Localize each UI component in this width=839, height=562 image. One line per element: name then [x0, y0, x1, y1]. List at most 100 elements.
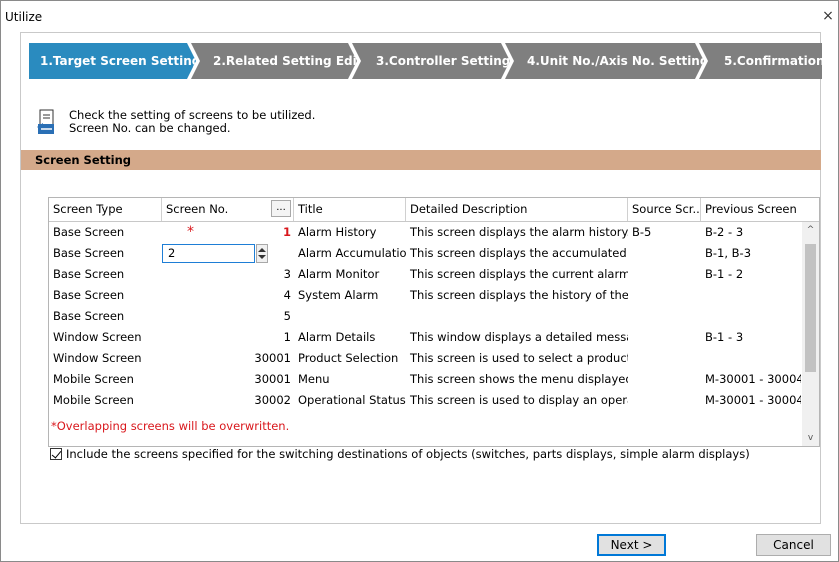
step-target-screen-setting[interactable]: 1.Target Screen Setting: [29, 43, 196, 79]
cell-previous-screen: B-1, B-3: [705, 246, 752, 260]
cell-screen-type: Base Screen: [53, 267, 125, 281]
cell-title: [294, 306, 406, 327]
cell-source-screen: B-5: [632, 225, 652, 239]
wizard-steps: 1.Target Screen Setting 2.Related Settin…: [21, 43, 822, 79]
step-label: 5.Confirmation: [724, 54, 825, 68]
step-label: 4.Unit No./Axis No. Setting: [527, 54, 709, 68]
table-row[interactable]: Base Screen 3 Alarm Monitor This screen …: [49, 264, 801, 285]
step-label: 3.Controller Setting: [376, 54, 511, 68]
cell-screen-type: Base Screen: [53, 288, 125, 302]
screen-no-input[interactable]: 2: [162, 244, 255, 263]
cell-screen-type: Base Screen: [53, 246, 125, 260]
scroll-up-icon[interactable]: ^: [802, 222, 819, 239]
cell-previous-screen: [701, 285, 801, 306]
col-detailed-description[interactable]: Detailed Description: [406, 198, 628, 221]
col-previous-screen[interactable]: Previous Screen: [701, 198, 801, 221]
cell-source-screen: [628, 306, 701, 327]
grid-vertical-scrollbar[interactable]: ^ v: [802, 222, 819, 446]
cancel-button[interactable]: Cancel: [756, 534, 831, 556]
step-related-setting-edit[interactable]: 2.Related Setting Edit: [191, 43, 357, 79]
cell-screen-type: Base Screen: [53, 309, 125, 323]
table-row[interactable]: Window Screen 30001 Product Selection Th…: [49, 348, 801, 369]
screen-no-options-button[interactable]: ...: [271, 200, 291, 217]
cell-description: This screen is used to display an operat…: [410, 393, 628, 407]
cell-screen-no[interactable]: 5: [162, 306, 294, 327]
cell-screen-no[interactable]: 30001: [162, 369, 294, 390]
cell-source-screen: [628, 390, 701, 411]
scroll-down-icon[interactable]: v: [802, 430, 819, 446]
cell-title: Alarm History: [298, 225, 377, 239]
overwrite-warning: *Overlapping screens will be overwritten…: [51, 419, 290, 433]
step-label: 2.Related Setting Edit: [213, 54, 363, 68]
cell-screen-no[interactable]: 1: [162, 327, 294, 348]
cell-screen-type: Window Screen: [53, 351, 142, 365]
cell-previous-screen: [701, 306, 801, 327]
next-button[interactable]: Next >: [597, 534, 666, 556]
step-label: 1.Target Screen Setting: [40, 54, 201, 68]
table-row[interactable]: Mobile Screen 30002 Operational Status T…: [49, 390, 801, 411]
close-button[interactable]: ×: [818, 1, 838, 31]
include-checkbox[interactable]: [50, 448, 62, 460]
cell-title: Alarm Details: [298, 330, 376, 344]
table-row[interactable]: Base Screen 4 System Alarm This screen d…: [49, 285, 801, 306]
table-row[interactable]: Base Screen 5: [49, 306, 801, 327]
cell-source-screen: [628, 264, 701, 285]
cell-screen-no-asterisk: *: [187, 224, 194, 240]
scrollbar-thumb[interactable]: [805, 244, 816, 372]
cell-previous-screen: M-30001 - 30004: [705, 393, 801, 407]
cell-screen-no[interactable]: 30001: [162, 348, 294, 369]
cell-title: Operational Status: [298, 393, 406, 407]
cell-description: This window displays a detailed messag..…: [410, 330, 628, 344]
screen-setting-grid: Screen Type Screen No. ... Title Detaile…: [48, 197, 820, 447]
spin-up-icon[interactable]: [258, 248, 266, 252]
table-row[interactable]: Mobile Screen 30001 Menu This screen sho…: [49, 369, 801, 390]
cell-title: Alarm Monitor: [298, 267, 380, 281]
cell-screen-no[interactable]: 3: [162, 264, 294, 285]
grid-header: Screen Type Screen No. ... Title Detaile…: [49, 198, 819, 222]
title-bar: Utilize ×: [1, 1, 838, 31]
wizard-content: 1.Target Screen Setting 2.Related Settin…: [20, 32, 822, 524]
cell-screen-type: Mobile Screen: [53, 372, 134, 386]
col-source-screen[interactable]: Source Scr...: [628, 198, 701, 221]
col-screen-type[interactable]: Screen Type: [49, 198, 162, 221]
step-confirmation[interactable]: 5.Confirmation: [699, 43, 822, 79]
cell-source-screen: [628, 369, 701, 390]
cell-screen-type: Mobile Screen: [53, 393, 134, 407]
cell-title: System Alarm: [298, 288, 379, 302]
table-row[interactable]: Base Screen 2 Alarm Accumulation This sc…: [49, 243, 801, 264]
screen-no-spinner[interactable]: [256, 244, 268, 263]
table-row[interactable]: Window Screen 1 Alarm Details This windo…: [49, 327, 801, 348]
spin-down-icon[interactable]: [258, 255, 266, 259]
cell-source-screen: [628, 348, 701, 369]
cell-screen-no[interactable]: 30002: [162, 390, 294, 411]
utilize-dialog: Utilize × 1.Target Screen Setting 2.Rela…: [0, 0, 839, 562]
cell-title: Menu: [298, 372, 330, 386]
table-row[interactable]: Base Screen * 1 Alarm History This scree…: [49, 222, 801, 243]
cell-screen-no[interactable]: 1: [202, 222, 294, 243]
cell-description: This screen shows the menu displayed ...: [410, 372, 628, 386]
cell-title: Alarm Accumulation: [298, 246, 406, 260]
info-block: Check the setting of screens to be utili…: [35, 105, 335, 141]
cell-source-screen: [628, 243, 701, 264]
cell-description: This screen displays the current alarms.…: [410, 267, 628, 281]
cell-previous-screen: B-1 - 3: [705, 330, 744, 344]
document-arrow-icon: [37, 109, 54, 134]
cell-source-screen: [628, 327, 701, 348]
cell-description: [406, 306, 628, 327]
cell-description: This screen displays the history of the …: [410, 288, 628, 302]
step-controller-setting[interactable]: 3.Controller Setting: [352, 43, 510, 79]
cell-description: This screen displays the alarm history. …: [410, 225, 628, 239]
cell-description: This screen displays the accumulated al.…: [410, 246, 628, 260]
cell-description: This screen is used to select a product.…: [410, 351, 628, 365]
info-text: Check the setting of screens to be utili…: [69, 109, 315, 135]
step-unit-axis-setting[interactable]: 4.Unit No./Axis No. Setting: [505, 43, 704, 79]
window-title: Utilize: [5, 10, 43, 24]
cell-previous-screen: B-1 - 2: [705, 267, 744, 281]
cell-previous-screen: [701, 348, 801, 369]
include-checkbox-label: Include the screens specified for the sw…: [66, 447, 750, 461]
cell-previous-screen: M-30001 - 30004: [705, 372, 801, 386]
cell-screen-type: Base Screen: [53, 225, 125, 239]
cell-screen-no[interactable]: 4: [162, 285, 294, 306]
col-title[interactable]: Title: [294, 198, 406, 221]
grid-rows: Base Screen * 1 Alarm History This scree…: [49, 222, 819, 446]
